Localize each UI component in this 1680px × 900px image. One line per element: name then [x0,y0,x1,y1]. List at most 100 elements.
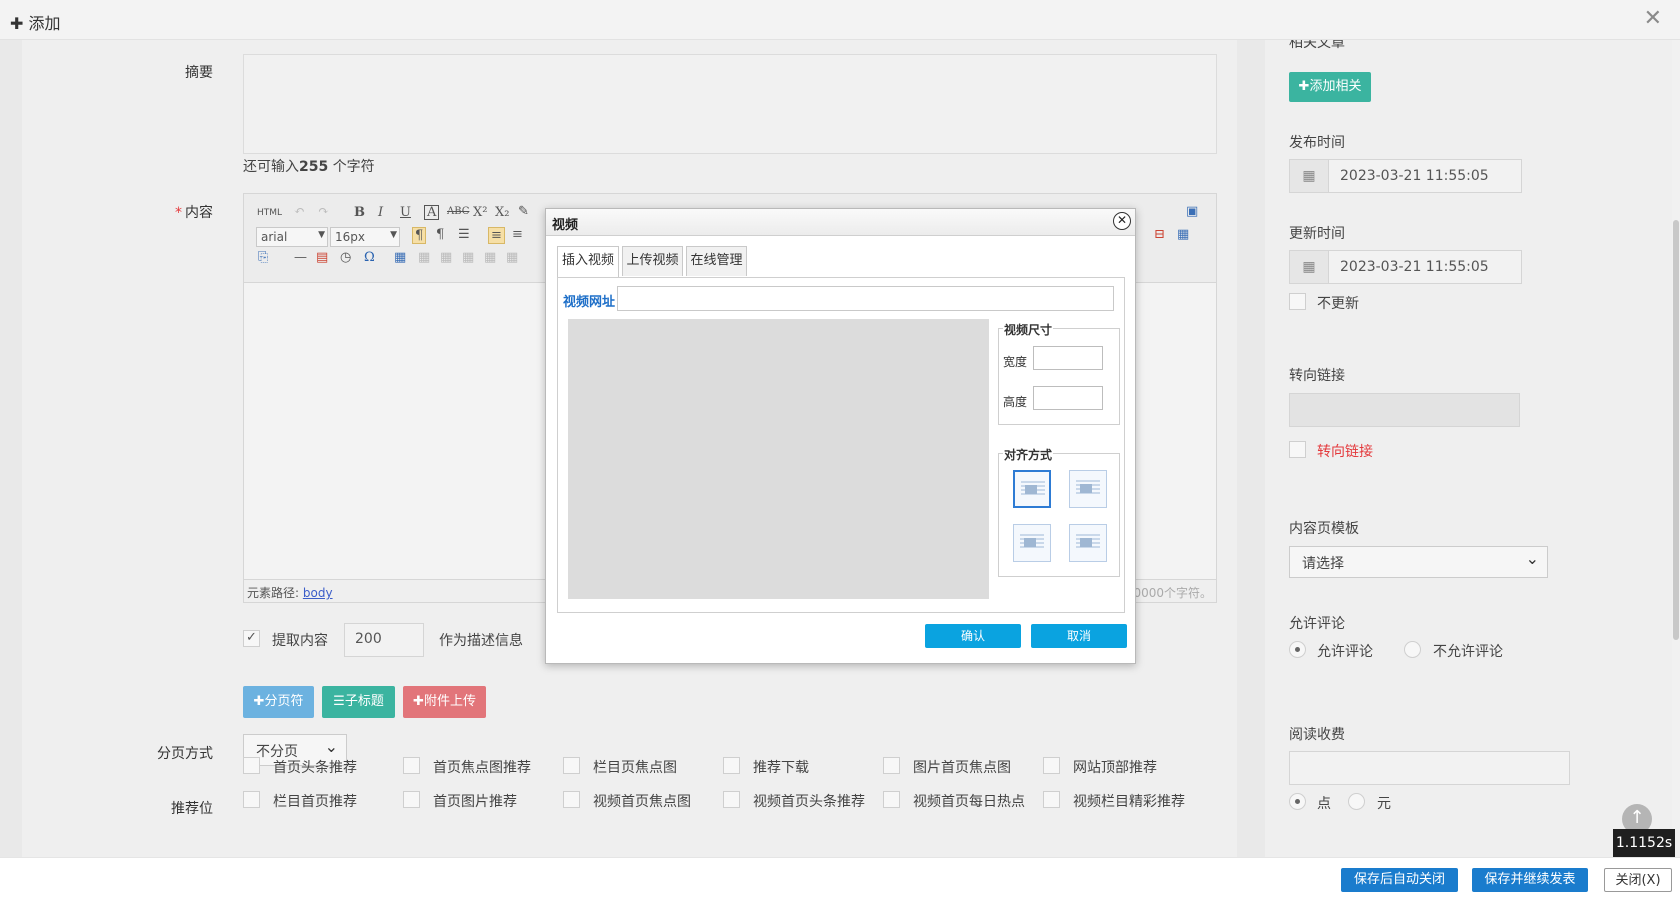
close-button[interactable]: 关闭(X) [1604,868,1672,892]
fee-point-radio[interactable] [1289,793,1306,810]
recommend-label: 推荐位 [171,801,213,817]
update-time-input[interactable]: ▦ 2023-03-21 11:55:05 [1289,250,1522,284]
subscript-icon[interactable]: X₂ [495,205,509,220]
font-size-select[interactable]: 16px ▼ [330,227,400,247]
add-related-button[interactable]: ✚添加相关 [1289,72,1371,102]
recommend-checkbox[interactable] [723,757,740,774]
insert-table-icon[interactable]: ▦ [394,250,406,265]
tab-online-manage[interactable]: 在线管理 [686,246,747,276]
summary-label: 摘要 [185,65,213,81]
summary-textarea[interactable] [243,54,1217,154]
special-char-icon[interactable]: Ω [364,250,375,265]
recommend-checkbox[interactable] [883,791,900,808]
recommend-checkbox[interactable] [243,791,260,808]
comment-allow-radio[interactable] [1289,641,1306,658]
page-scrollbar[interactable] [1672,40,1680,857]
italic-icon[interactable]: I [378,205,383,220]
recommend-item-label: 栏目页焦点图 [593,760,677,776]
tab-insert-video[interactable]: 插入视频 [557,246,619,278]
dialog-close-icon[interactable]: ✕ [1113,212,1131,230]
video-url-input[interactable] [617,286,1114,311]
redirect-label: 转向链接 [1289,368,1345,384]
align-right-option-icon[interactable] [1013,524,1051,562]
redo-icon[interactable]: ↷ [318,204,329,219]
width-label: 宽度 [1003,355,1028,369]
no-update-checkbox[interactable] [1289,293,1306,310]
strikethrough-icon[interactable]: ABC [447,206,469,217]
comment-deny-radio[interactable] [1404,641,1421,658]
recommend-item-label: 首页头条推荐 [273,760,357,776]
window-titlebar: ✚ 添加 ✕ [0,0,1680,40]
page-break-button[interactable]: ✚分页符 [243,686,314,718]
recommend-checkbox[interactable] [403,757,420,774]
recommend-checkbox[interactable] [883,757,900,774]
redirect-url-input[interactable] [1289,393,1520,427]
char-count: 10000个字符。 [1125,586,1212,600]
recommend-checkbox[interactable] [723,791,740,808]
subtitle-button[interactable]: ☰子标题 [322,686,395,718]
template-icon[interactable]: ▦ [1177,227,1189,242]
table-delete-icon[interactable]: ⊟ [1154,227,1165,242]
path-body-link[interactable]: body [303,586,333,600]
extract-checkbox[interactable] [243,630,260,647]
save-close-button[interactable]: 保存后自动关闭 [1341,868,1458,892]
delete-row-icon[interactable]: ▦ [506,250,518,265]
horizontal-rule-icon[interactable]: — [294,250,307,265]
dialog-confirm-button[interactable]: 确认 [925,624,1021,648]
align-none-icon[interactable] [1013,470,1051,508]
redirect-checkbox[interactable] [1289,441,1306,458]
publish-time-label: 发布时间 [1289,135,1345,151]
recommend-checkbox[interactable] [563,791,580,808]
close-icon[interactable]: ✕ [1644,6,1662,31]
superscript-icon[interactable]: X² [473,205,487,220]
recommend-item-label: 推荐下载 [753,760,809,776]
comment-deny-label: 不允许评论 [1433,644,1503,660]
recommend-item-label: 视频首页每日热点 [913,794,1025,810]
extract-length-input[interactable]: 200 [344,623,424,657]
fee-label: 阅读收费 [1289,727,1345,743]
publish-time-input[interactable]: ▦ 2023-03-21 11:55:05 [1289,159,1522,193]
scrollbar-thumb[interactable] [1673,220,1679,640]
video-preview [568,319,989,599]
dialog-cancel-button[interactable]: 取消 [1031,624,1127,648]
align-center-option-icon[interactable] [1069,524,1107,562]
fee-yuan-radio[interactable] [1348,793,1365,810]
fee-input[interactable] [1289,751,1570,785]
date-icon[interactable]: ▤ [316,250,328,265]
height-input[interactable] [1033,386,1103,410]
rtl-icon[interactable]: ¶ [436,227,444,242]
html-source-button[interactable]: HTML [257,208,282,218]
template-select[interactable]: 请选择 [1289,546,1548,578]
indent-icon[interactable]: ☰ [458,227,470,242]
attachment-upload-button[interactable]: ✚附件上传 [403,686,486,718]
recommend-checkbox[interactable] [1043,791,1060,808]
align-left-icon[interactable]: ≡ [488,227,505,244]
align-left-option-icon[interactable] [1069,470,1107,508]
insert-row-icon[interactable]: ▦ [418,250,430,265]
timing-badge: 1.1152s [1613,829,1675,857]
time-icon[interactable]: ◷ [340,250,351,265]
insert-col-icon[interactable]: ▦ [440,250,452,265]
split-cells-icon[interactable]: ▦ [484,250,496,265]
eraser-icon[interactable]: ✎ [518,204,529,219]
plus-icon: ✚ [10,14,24,33]
font-border-icon[interactable]: A [424,205,440,220]
recommend-checkbox[interactable] [563,757,580,774]
save-continue-button[interactable]: 保存并继续发表 [1472,868,1588,892]
recommend-checkbox[interactable] [243,757,260,774]
fullscreen-icon[interactable]: ▣ [1186,204,1198,219]
width-input[interactable] [1033,346,1103,370]
recommend-checkbox[interactable] [403,791,420,808]
undo-icon[interactable]: ↶ [294,204,305,219]
recommend-checkbox[interactable] [1043,757,1060,774]
calendar-icon: ▦ [1290,251,1329,283]
bold-icon[interactable]: B [354,205,365,220]
dialog-header: 视频 ✕ [546,209,1135,236]
tab-upload-video[interactable]: 上传视频 [622,246,683,276]
align-center-icon[interactable]: ≡ [512,227,523,242]
font-family-select[interactable]: arial ▼ [256,227,328,247]
ltr-icon[interactable]: ¶ [412,227,427,244]
wordimage-icon[interactable]: ⎘ [258,250,268,265]
underline-icon[interactable]: U [400,205,411,220]
merge-cells-icon[interactable]: ▦ [462,250,474,265]
